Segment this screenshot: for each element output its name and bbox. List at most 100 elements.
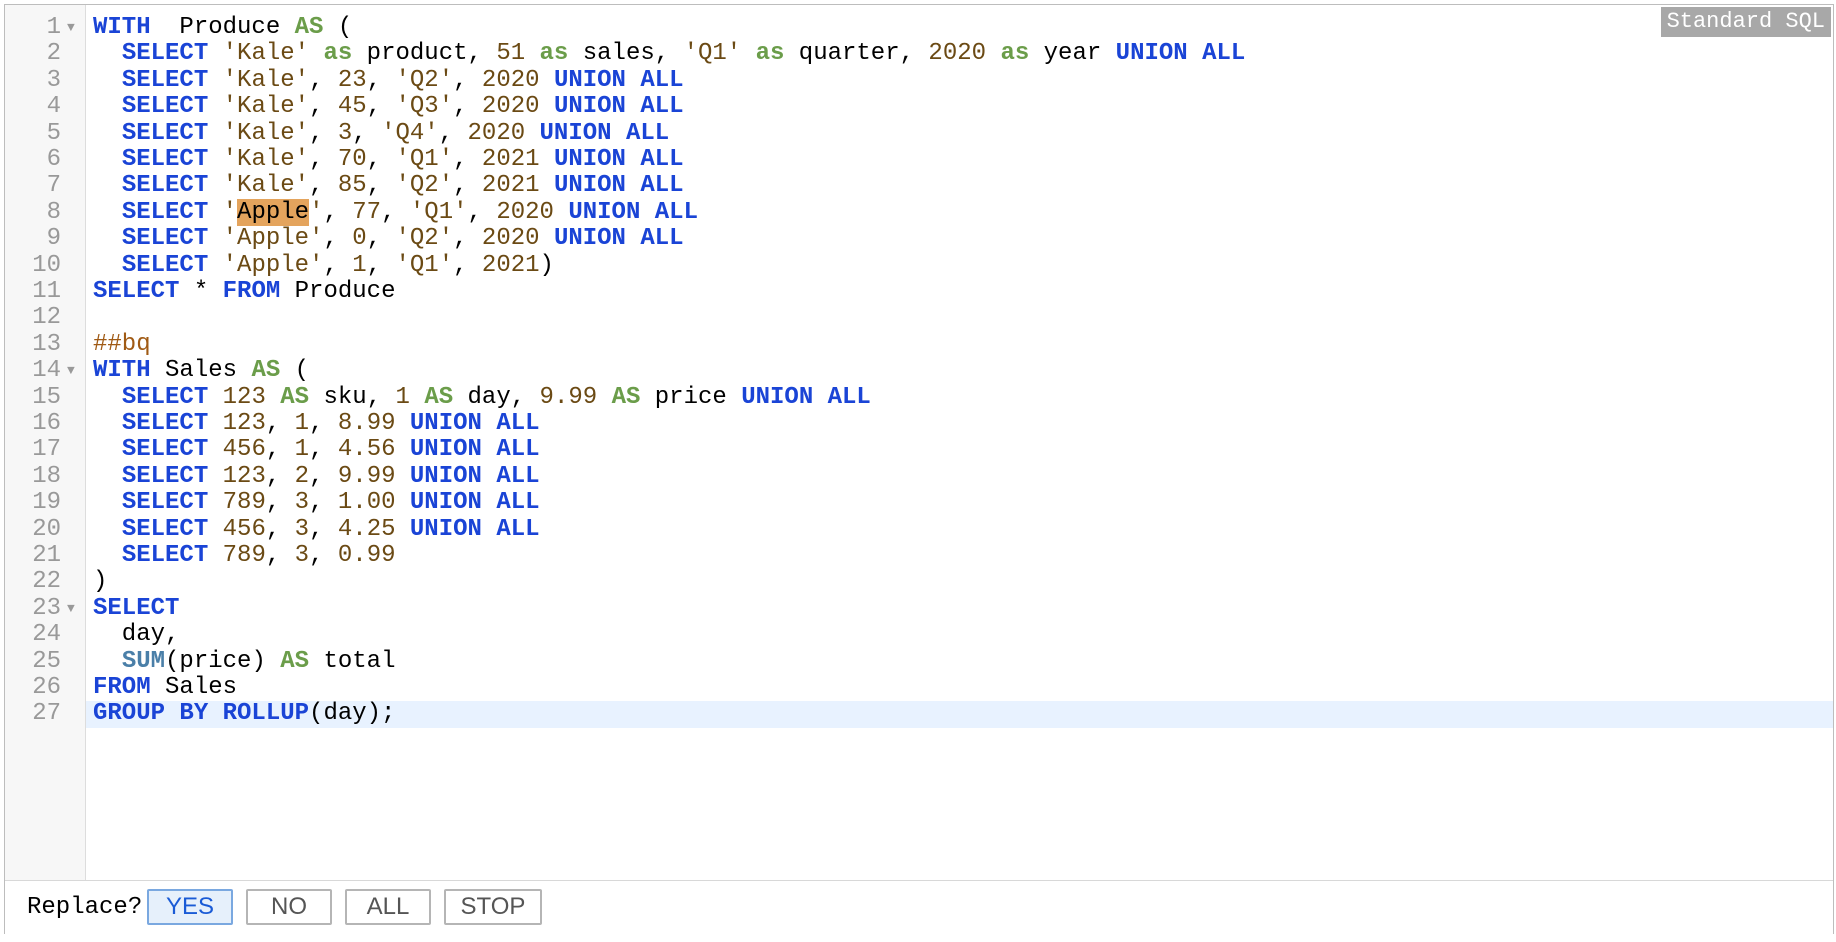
code-token: 123 [222,462,266,490]
code-text[interactable]: SELECT 'Kale', 3, 'Q4', 2020 UNION ALL [93,120,669,147]
fold-arrow-icon[interactable]: ▼ [67,358,75,384]
code-token: , [265,542,295,569]
code-line[interactable]: 18 SELECT 123, 2, 9.99 UNION ALL [5,462,1833,490]
code-line[interactable]: 9 SELECT 'Apple', 0, 'Q2', 2020 UNION AL… [5,225,1833,253]
code-line[interactable]: 25 SUM(price) AS total [5,648,1833,675]
replace-prompt-label: Replace? [27,894,143,921]
code-token: SELECT [121,40,209,68]
code-token: Produce [280,278,396,305]
code-text[interactable]: SELECT 'Apple', 0, 'Q2', 2020 UNION ALL [93,225,684,253]
code-text[interactable]: SELECT 456, 1, 4.56 UNION ALL [93,437,540,463]
code-text[interactable]: SELECT 'Kale', 85, 'Q2', 2021 UNION ALL [93,173,684,199]
code-line[interactable]: 4 SELECT 'Kale', 45, 'Q3', 2020 UNION AL… [5,93,1833,121]
code-line[interactable]: 23 ▼ SELECT [5,595,1833,622]
code-token: , [309,172,338,200]
code-token: , [323,225,353,253]
code-text[interactable]: SELECT 'Kale', 45, 'Q3', 2020 UNION ALL [93,93,684,121]
code-token: 1 [294,410,310,437]
line-number: 14 [32,357,61,385]
code-token: FROM [93,674,151,701]
code-line[interactable]: 14 ▼ WITH Sales AS ( [5,357,1833,385]
code-line[interactable]: 12 [5,304,1833,331]
fold-arrow-icon[interactable]: ▼ [67,596,75,622]
code-line[interactable]: 1 ▼ WITH Produce AS ( [5,14,1833,41]
code-token: UNION ALL [568,198,698,226]
code-line[interactable]: 21 SELECT 789, 3, 0.99 [5,542,1833,569]
code-token: , [265,515,295,543]
code-text[interactable]: WITH Sales AS ( [93,357,309,384]
code-line[interactable]: 6 SELECT 'Kale', 70, 'Q1', 2021 UNION AL… [5,146,1833,173]
code-text[interactable]: SELECT 'Kale' as product, 51 as sales, '… [93,41,1245,67]
code-line[interactable]: 7 SELECT 'Kale', 85, 'Q2', 2021 UNION AL… [5,172,1833,199]
code-line[interactable]: 19 SELECT 789, 3, 1.00 UNION ALL [5,489,1833,517]
code-line[interactable]: 8 SELECT 'Apple', 77, 'Q1', 2020 UNION A… [5,198,1833,226]
code-token: 45 [337,93,367,121]
code-text[interactable]: day, [93,621,180,649]
code-text[interactable]: ) [93,569,107,595]
yes-button[interactable]: YES [147,889,233,925]
code-line[interactable]: 17 SELECT 456, 1, 4.56 UNION ALL [5,436,1833,463]
code-token: , [309,436,338,464]
stop-button[interactable]: STOP [444,889,542,925]
code-token: 'Kale' [222,146,310,173]
code-token: 'Q1' [395,146,454,173]
code-text[interactable]: SELECT 'Kale', 23, 'Q2', 2020 UNION ALL [93,66,684,94]
no-button[interactable]: NO [246,889,332,925]
code-line[interactable]: 24 day, [5,621,1833,649]
code-token: , [309,66,338,94]
code-line[interactable]: 20 SELECT 456, 3, 4.25 UNION ALL [5,515,1833,543]
code-line[interactable]: 15 SELECT 123 AS sku, 1 AS day, 9.99 AS … [5,383,1833,411]
code-text[interactable]: SELECT 'Apple', 77, 'Q1', 2020 UNION ALL [93,198,698,226]
code-text[interactable]: GROUP BY ROLLUP(day); [93,701,395,727]
line-number: 27 [32,700,61,728]
code-token: year [1029,40,1116,68]
code-line[interactable]: 2 SELECT 'Kale' as product, 51 as sales,… [5,40,1833,67]
code-line[interactable]: 16 SELECT 123, 1, 8.99 UNION ALL [5,410,1833,437]
code-line[interactable]: 27 GROUP BY ROLLUP(day); [5,700,1833,728]
code-text[interactable]: SELECT 'Kale', 70, 'Q1', 2021 UNION ALL [93,146,684,173]
code-text[interactable]: SELECT 456, 3, 4.25 UNION ALL [93,515,540,543]
code-token: 123 [222,410,266,437]
line-number: 5 [46,119,61,147]
code-line[interactable]: 11 SELECT * FROM Produce [5,278,1833,305]
code-token: 'Q2' [395,172,454,200]
code-text[interactable]: SELECT 123, 2, 9.99 UNION ALL [93,462,540,490]
code-text[interactable]: FROM Sales [93,674,237,701]
code-token: 2020 [481,225,540,253]
code-text[interactable]: SELECT 789, 3, 0.99 [93,542,396,569]
code-token: , [453,251,482,279]
code-line[interactable]: 22) [5,568,1833,595]
code-text[interactable]: SELECT 'Apple', 1, 'Q1', 2021) [93,251,554,279]
code-token: 789 [222,489,266,517]
sql-editor[interactable]: 1 ▼ WITH Produce AS (2 SELECT 'Kale' as pr… [4,4,1834,934]
code-token: * [179,278,223,305]
code-line[interactable]: 5 SELECT 'Kale', 3, 'Q4', 2020 UNION ALL [5,119,1833,147]
code-text[interactable]: SELECT * FROM Produce [93,278,396,305]
code-line[interactable]: 26 FROM Sales [5,674,1833,701]
code-text[interactable]: SELECT [93,595,179,622]
code-token: 123 [222,383,266,411]
code-text[interactable]: SELECT 789, 3, 1.00 UNION ALL [93,489,540,517]
code-text[interactable]: SELECT 123, 1, 8.99 UNION ALL [93,410,540,437]
all-button[interactable]: ALL [345,889,431,925]
code-token: 0.99 [337,542,396,569]
code-token: UNION ALL [553,225,684,253]
code-line[interactable]: 13 ##bq [5,331,1833,358]
code-token: SELECT [121,146,209,173]
code-text[interactable]: SELECT 123 AS sku, 1 AS day, 9.99 AS pri… [93,383,871,411]
code-text[interactable]: WITH Produce AS ( [93,14,352,41]
code-text[interactable]: SUM(price) AS total [93,648,396,675]
fold-arrow-icon[interactable]: ▼ [67,15,75,41]
code-line[interactable]: 3 SELECT 'Kale', 23, 'Q2', 2020 UNION AL… [5,66,1833,94]
code-line[interactable]: 10 SELECT 'Apple', 1, 'Q1', 2021) [5,251,1833,279]
code-text[interactable]: ##bq [93,331,151,358]
code-token: day, [93,621,180,649]
code-token: sales, [568,40,684,68]
